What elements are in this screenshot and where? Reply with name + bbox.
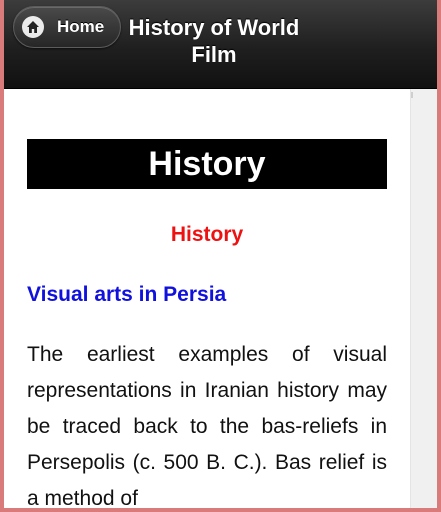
header-bar: Home History of World Film <box>4 0 437 89</box>
scrollbar-thumb[interactable] <box>411 92 413 98</box>
home-button[interactable]: Home <box>13 6 121 48</box>
home-icon <box>22 16 44 38</box>
history-banner: History <box>27 139 387 189</box>
main-content: History History Visual arts in Persia Th… <box>4 89 410 508</box>
section-subheading: History <box>170 223 244 246</box>
page-title: History of World Film <box>128 15 300 67</box>
window-frame: Home History of World Film History Histo… <box>0 0 441 512</box>
section-title: Visual arts in Persia <box>27 283 227 306</box>
body-paragraph: The earliest examples of visual represen… <box>27 343 387 508</box>
home-button-label: Home <box>57 17 105 36</box>
vertical-scrollbar[interactable] <box>410 89 437 508</box>
app-view: Home History of World Film History Histo… <box>4 0 437 508</box>
